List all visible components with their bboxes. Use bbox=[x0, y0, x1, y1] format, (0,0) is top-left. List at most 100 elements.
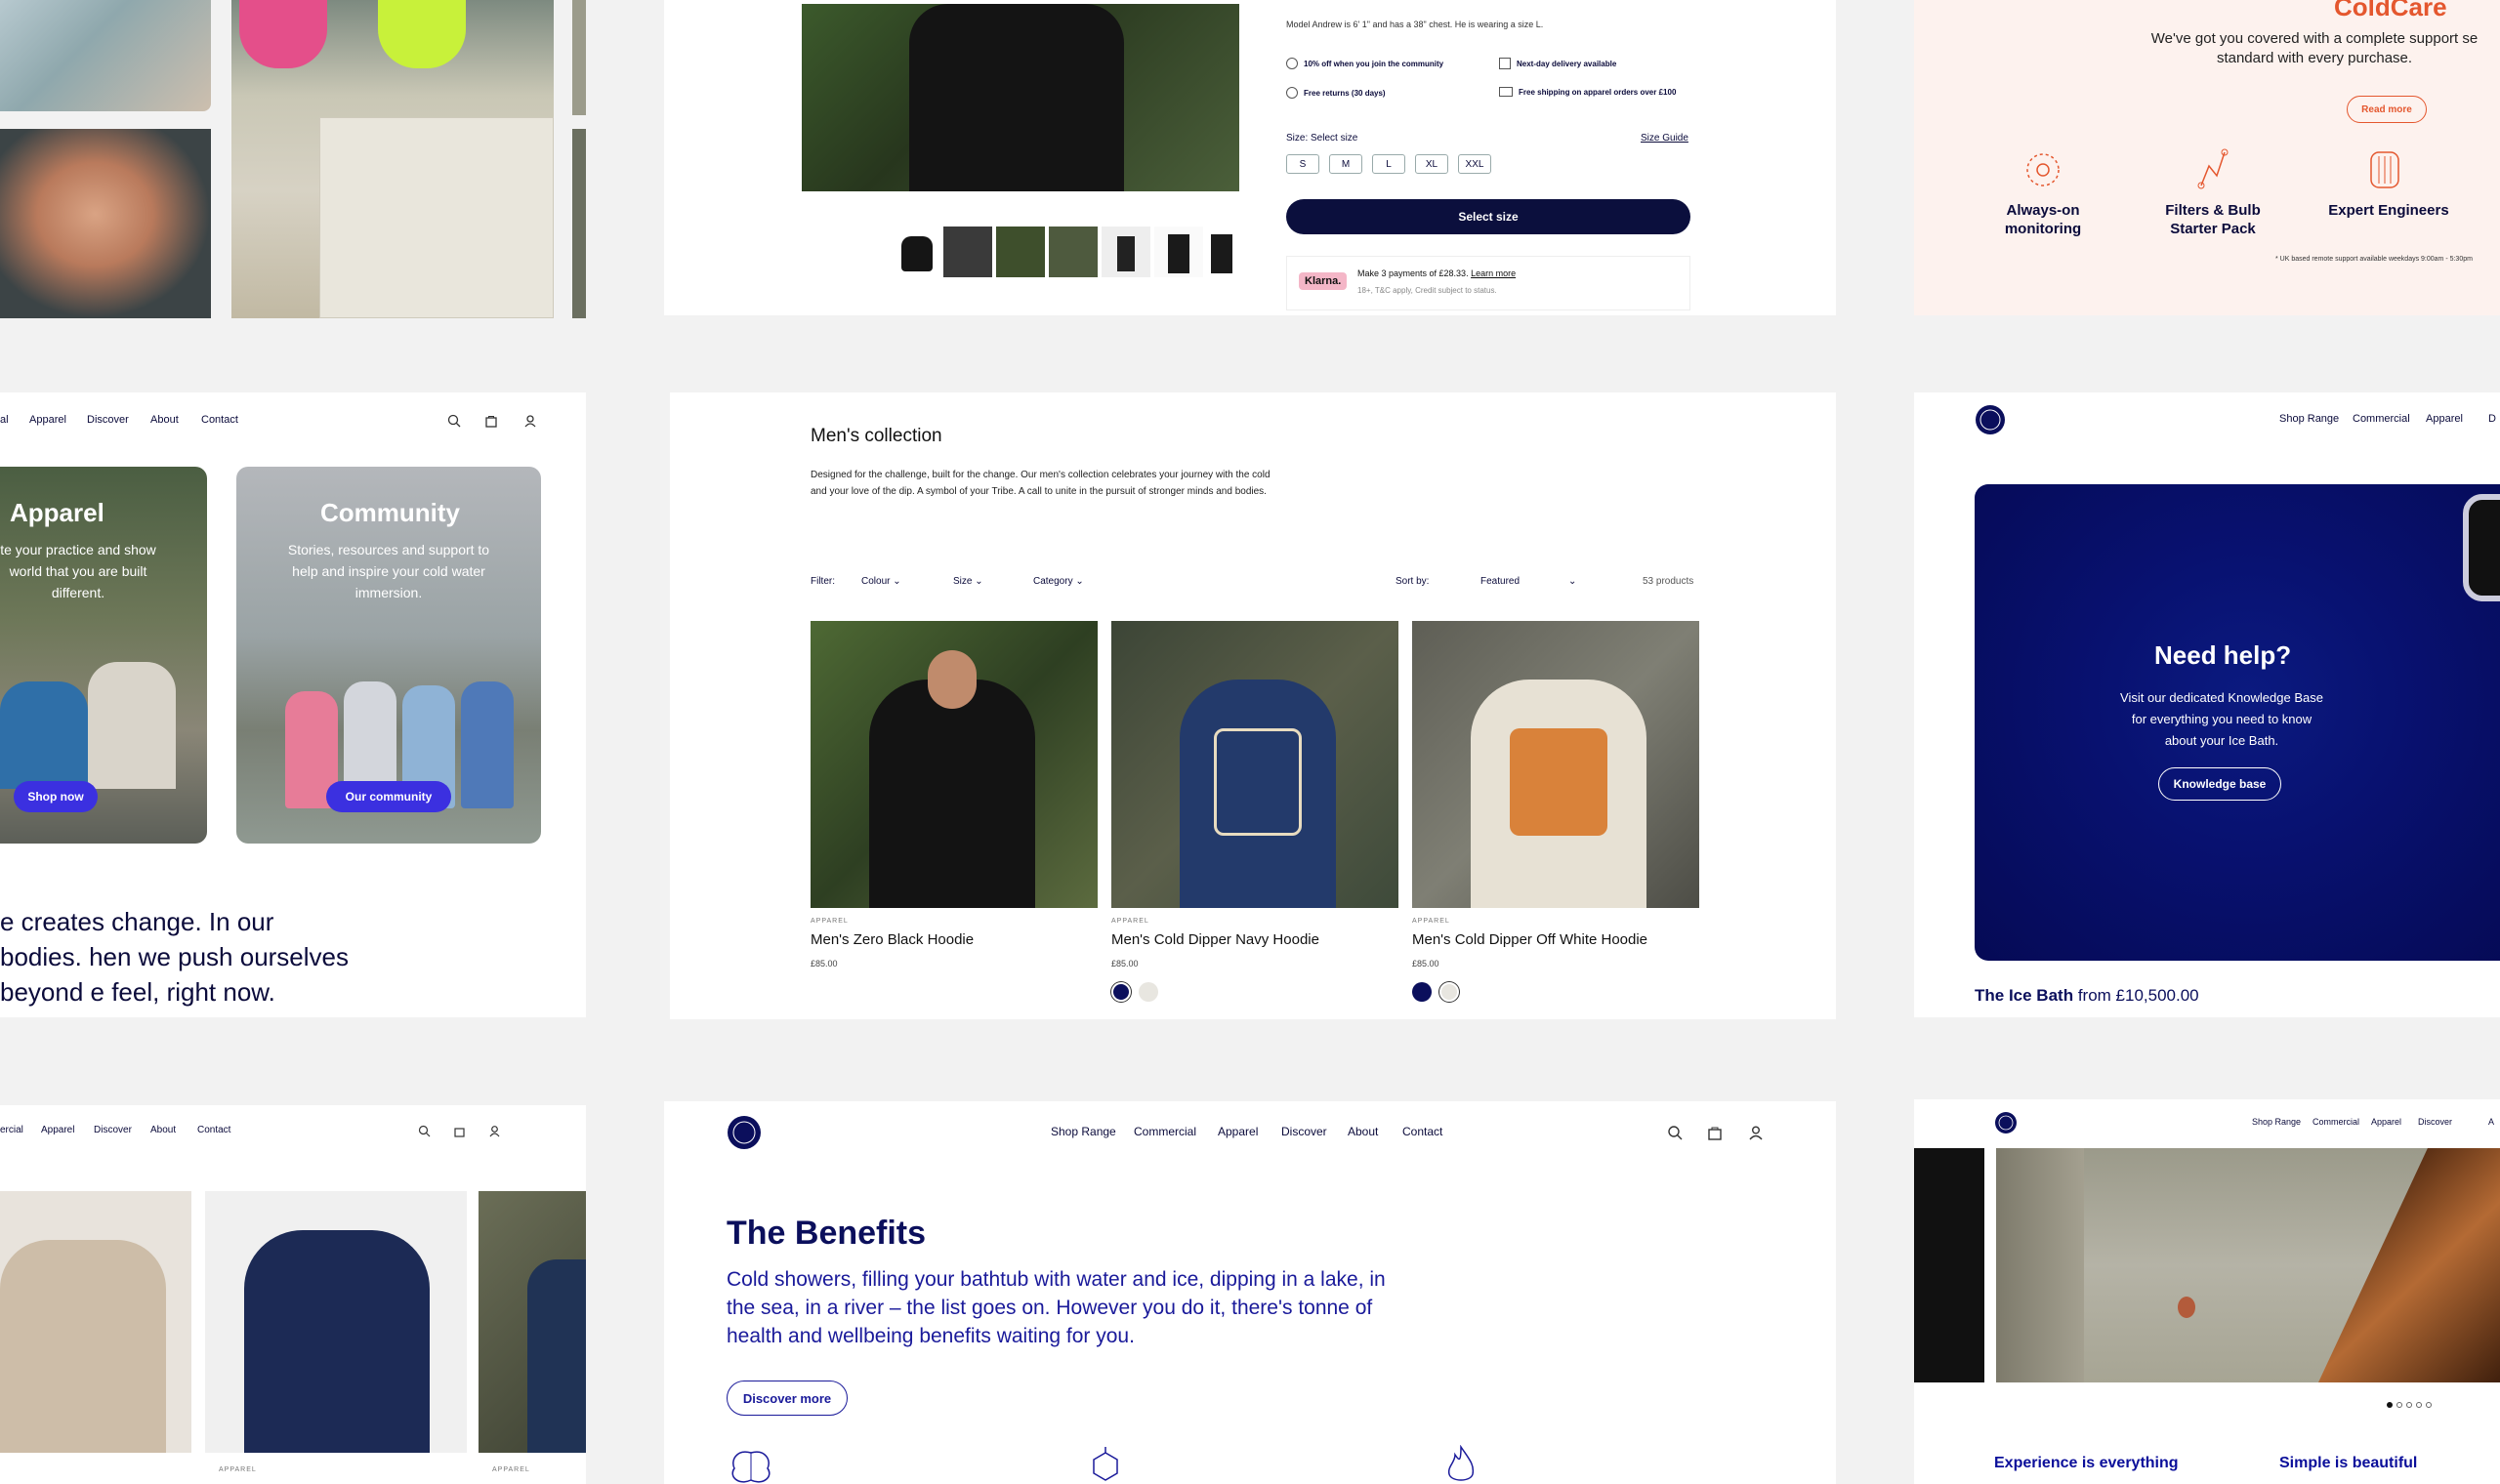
size-option[interactable]: XXL bbox=[1458, 154, 1491, 174]
photo-edge bbox=[572, 0, 586, 115]
search-icon[interactable] bbox=[418, 1125, 431, 1137]
product-image[interactable] bbox=[205, 1191, 467, 1453]
carousel-dot-active[interactable] bbox=[2387, 1402, 2393, 1408]
size-option[interactable]: S bbox=[1286, 154, 1319, 174]
product-image[interactable] bbox=[479, 1191, 586, 1453]
nav-item[interactable]: Discover bbox=[87, 414, 129, 426]
thumb[interactable] bbox=[1207, 227, 1236, 277]
molecule-icon bbox=[1086, 1447, 1125, 1484]
coldcare-subtitle: We've got you covered with a complete su… bbox=[2150, 30, 2479, 66]
select-size-button[interactable]: Select size bbox=[1286, 199, 1690, 234]
nav-item[interactable]: Contact bbox=[197, 1125, 230, 1135]
our-community-button[interactable]: Our community bbox=[326, 781, 451, 812]
filter-size[interactable]: Size ⌄ bbox=[953, 576, 983, 587]
product-main-image bbox=[802, 4, 1239, 191]
product-image[interactable] bbox=[1412, 621, 1699, 908]
product-count: 53 products bbox=[1643, 576, 1694, 587]
nav-item[interactable]: About bbox=[150, 414, 179, 426]
nav-item[interactable]: Contact bbox=[201, 414, 238, 426]
knowledge-base-button[interactable]: Knowledge base bbox=[2158, 767, 2281, 801]
carousel-dot[interactable] bbox=[2426, 1402, 2432, 1408]
nav-item[interactable]: Discover bbox=[1281, 1125, 1327, 1138]
size-guide-link[interactable]: Size Guide bbox=[1641, 133, 1688, 144]
hero-slide-image bbox=[1996, 1148, 2500, 1382]
nav-item[interactable]: Apparel bbox=[2426, 413, 2463, 425]
nav-item[interactable]: Discover bbox=[2418, 1117, 2452, 1127]
brand-logo[interactable] bbox=[727, 1115, 762, 1150]
nav-item[interactable]: Apparel bbox=[41, 1125, 74, 1135]
sort-select[interactable]: Featured ⌄ bbox=[1480, 576, 1578, 587]
thumbnail-strip[interactable] bbox=[895, 227, 1236, 277]
size-option[interactable]: XL bbox=[1415, 154, 1448, 174]
nav-item[interactable]: Shop Range bbox=[2252, 1117, 2301, 1127]
read-more-button[interactable]: Read more bbox=[2347, 96, 2427, 123]
account-icon[interactable] bbox=[488, 1125, 501, 1137]
account-icon[interactable] bbox=[523, 414, 537, 428]
thumb[interactable] bbox=[1102, 227, 1150, 277]
account-icon[interactable] bbox=[1748, 1125, 1764, 1140]
carousel-dots[interactable] bbox=[2387, 1402, 2432, 1408]
carousel-dot[interactable] bbox=[2396, 1402, 2402, 1408]
nav-item[interactable]: Shop Range bbox=[1051, 1125, 1116, 1138]
nav-item[interactable]: ercial bbox=[0, 1125, 23, 1135]
swatch-navy[interactable] bbox=[1412, 982, 1432, 1002]
product-image[interactable] bbox=[1111, 621, 1398, 908]
feature-label: Filters & Bulb Starter Pack bbox=[2165, 202, 2261, 237]
collection-description: Designed for the challenge, built for th… bbox=[811, 470, 1271, 497]
nav-item[interactable]: Commercial bbox=[1134, 1125, 1196, 1138]
brand-logo[interactable] bbox=[1994, 1111, 2018, 1134]
chevron-down-icon: ⌄ bbox=[975, 576, 983, 587]
product-price: £85.00 bbox=[1111, 959, 1139, 969]
nav-item[interactable]: D bbox=[2488, 413, 2496, 425]
nav-item[interactable]: Commercial bbox=[2312, 1117, 2359, 1127]
nav-item[interactable]: al bbox=[0, 414, 9, 426]
search-icon[interactable] bbox=[447, 414, 461, 428]
nav-item[interactable]: A bbox=[2488, 1117, 2494, 1127]
thumb[interactable] bbox=[1154, 227, 1203, 277]
thumb[interactable] bbox=[895, 227, 939, 277]
size-option[interactable]: M bbox=[1329, 154, 1362, 174]
brand-logo[interactable] bbox=[1975, 404, 2006, 435]
nav-item[interactable]: About bbox=[1348, 1125, 1378, 1138]
filter-colour[interactable]: Colour ⌄ bbox=[861, 576, 901, 587]
carousel-dot[interactable] bbox=[2416, 1402, 2422, 1408]
size-option[interactable]: L bbox=[1372, 154, 1405, 174]
product-name[interactable]: Men's Zero Black Hoodie bbox=[811, 931, 974, 948]
shop-now-button[interactable]: Shop now bbox=[14, 781, 98, 812]
nav-item[interactable]: Apparel bbox=[2371, 1117, 2401, 1127]
search-icon[interactable] bbox=[1667, 1125, 1683, 1140]
product-name[interactable]: Men's Cold Dipper Navy Hoodie bbox=[1111, 931, 1319, 948]
support-footnote: * UK based remote support available week… bbox=[2275, 256, 2473, 263]
klarna-learn-more[interactable]: Learn more bbox=[1471, 268, 1516, 278]
nav-item[interactable]: Shop Range bbox=[2279, 413, 2339, 425]
product-image[interactable] bbox=[0, 1191, 191, 1453]
perk-item: Free shipping on apparel orders over £10… bbox=[1499, 87, 1676, 97]
bag-icon[interactable] bbox=[453, 1125, 466, 1137]
bag-icon[interactable] bbox=[1707, 1125, 1723, 1140]
product-name[interactable]: The Ice Bath bbox=[1975, 986, 2073, 1005]
swatch-white[interactable] bbox=[1439, 982, 1459, 1002]
thumb[interactable] bbox=[1049, 227, 1098, 277]
klarna-payment-text: Make 3 payments of £28.33. bbox=[1357, 268, 1469, 278]
product-name[interactable]: Men's Cold Dipper Off White Hoodie bbox=[1412, 931, 1647, 948]
discover-more-button[interactable]: Discover more bbox=[727, 1381, 848, 1416]
nav-item[interactable]: About bbox=[150, 1125, 176, 1135]
nav-item[interactable]: Commercial bbox=[2353, 413, 2410, 425]
filter-category[interactable]: Category ⌄ bbox=[1033, 576, 1084, 587]
thumb[interactable] bbox=[943, 227, 992, 277]
thumb[interactable] bbox=[996, 227, 1045, 277]
bag-icon[interactable] bbox=[484, 414, 498, 428]
nav-item[interactable]: Apparel bbox=[29, 414, 66, 426]
product-image[interactable] bbox=[811, 621, 1098, 908]
swatch-white[interactable] bbox=[1139, 982, 1158, 1002]
photo-man-face bbox=[0, 129, 211, 318]
percent-icon bbox=[1286, 58, 1298, 69]
swatch-navy[interactable] bbox=[1111, 982, 1131, 1002]
nav-item[interactable]: Apparel bbox=[1218, 1125, 1258, 1138]
nav-item[interactable]: Contact bbox=[1402, 1125, 1442, 1138]
filter-category-label: Category bbox=[1033, 576, 1073, 587]
nav-item[interactable]: Discover bbox=[94, 1125, 132, 1135]
photo-edge2 bbox=[572, 129, 586, 318]
carousel-dot[interactable] bbox=[2406, 1402, 2412, 1408]
coldcare-panel: ColdCare We've got you covered with a co… bbox=[1914, 0, 2500, 315]
